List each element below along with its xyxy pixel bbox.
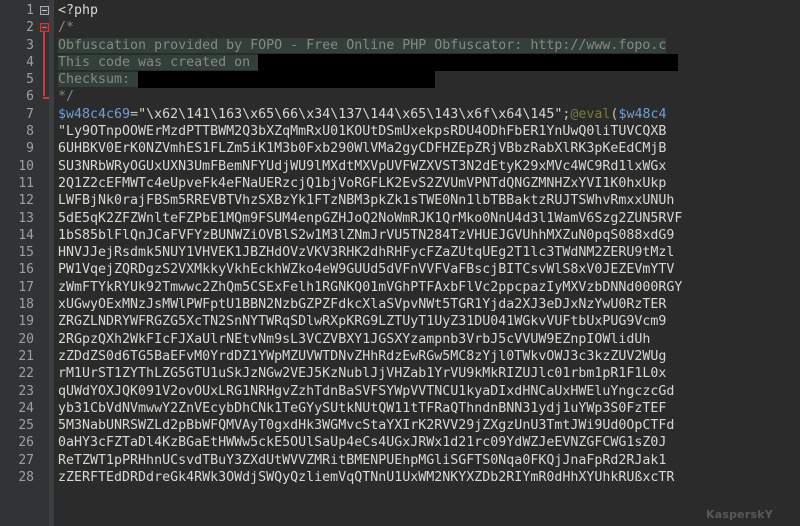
code-token-punct: = bbox=[130, 106, 139, 122]
code-token-comment: This code was created on bbox=[58, 54, 259, 70]
code-line[interactable]: zWmFTYkRYUk92Tmwwc2ZhQm5CSExFelh1RGNKQ01… bbox=[54, 279, 800, 296]
code-token-string: 5dE5qK2ZFZWnlteFZPbE1MQm9FSUM4enpGZHJoQ2… bbox=[58, 210, 683, 226]
code-token-comment: Obfuscation provided by FOPO - Free Onli… bbox=[58, 37, 667, 53]
code-line[interactable]: SU3NRbWRyOGUxUXN3UmFBemNFYUdjWU9lMXdtMXV… bbox=[54, 158, 800, 175]
code-token-string: 5M3NabUNRSWZLd2pBbWFQMVAyT0gxdHk3WGMvcSt… bbox=[58, 418, 675, 434]
line-number: 12 bbox=[18, 193, 34, 209]
code-token-plain: <?php bbox=[58, 3, 99, 18]
line-number: 4 bbox=[26, 54, 34, 70]
line-number: 16 bbox=[18, 262, 34, 278]
code-token-string: rM1UrST1ZYThLZG5GTU1uSkJzNGw2VEJ5KzNublJ… bbox=[58, 366, 667, 382]
code-line[interactable]: LWFBjNk0rajFBSm5RREVBTVhzSXBzYk1FTzNBM3p… bbox=[54, 192, 800, 209]
code-line[interactable]: rM1UrST1ZYThLZG5GTU1uSkJzNGw2VEJ5KzNublJ… bbox=[54, 365, 800, 382]
code-line[interactable]: */ bbox=[54, 88, 800, 105]
line-number: 13 bbox=[18, 210, 34, 226]
code-content-area[interactable]: <?php /* Obfuscation provided by FOPO - Fr… bbox=[54, 0, 800, 526]
fold-minus-glyph bbox=[42, 27, 47, 29]
line-number: 3 bbox=[26, 37, 34, 53]
code-line[interactable]: zZDdZS0d6TG5BaEFvM0YrdDZ1YWpMZUVWTDNvZHh… bbox=[54, 348, 800, 365]
code-line[interactable]: 5dE5qK2ZFZWnlteFZPbE1MQm9FSUM4enpGZHJoQ2… bbox=[54, 210, 800, 227]
line-number: 15 bbox=[18, 245, 34, 261]
code-token-var: $w48c4c69 bbox=[58, 106, 131, 122]
code-token-string: HNVJJejRsdmk5NUY1VHVEK1JBZHdOVzVKV3RHK2d… bbox=[58, 245, 675, 261]
line-number-column: 1 2 3 4 5 6 7 8 9 10 11 12 13 14 15 16 17 18 19 20 21 22 23 24 2… bbox=[0, 0, 40, 486]
redaction-bar bbox=[138, 71, 436, 89]
code-token-comment: */ bbox=[58, 89, 75, 105]
code-token-string: 1bS85blFlQnJCaFVFYzBUNWZiOVBlS2w1M3lZNmJ… bbox=[58, 227, 675, 243]
code-line[interactable]: 1bS85blFlQnJCaFVFYzBUNWZiOVBlS2w1M3lZNmJ… bbox=[54, 227, 800, 244]
code-token-string: PW1VqejZQRDgzS2VXMkkyVkhEckhWZko4eW9GUUd… bbox=[58, 262, 675, 278]
code-line[interactable]: PW1VqejZQRDgzS2VXMkkyVkhEckhWZko4eW9GUUd… bbox=[54, 261, 800, 278]
code-line[interactable]: qUWdYOXJQK091V2ovOUxLRG1NRHgvZzhTdnBaSVF… bbox=[54, 383, 800, 400]
code-token-string: ReTZWT1pPRHhnUCsvdTBuY3ZXdUtWVVZMRitBMEN… bbox=[58, 452, 667, 468]
code-line[interactable]: 2RGpzQXh2WkFIcFJXaUlrNEtvNm9sL3VCZVBXY1J… bbox=[54, 331, 800, 348]
code-line[interactable]: "Ly9OTnpOOWErMzdPTTBWM2Q3bXZqMmRxU01KOUt… bbox=[54, 123, 800, 140]
line-number: 22 bbox=[18, 366, 34, 382]
line-number: 1 bbox=[26, 3, 34, 18]
code-line[interactable]: /* bbox=[54, 19, 800, 36]
line-number: 28 bbox=[18, 470, 34, 486]
fold-toggle-icon[interactable] bbox=[40, 6, 49, 15]
code-token-string: yb31CbVdNVmwwY2ZnVEcybDhCNk1TeGYySUtkNUt… bbox=[58, 400, 667, 416]
line-number: 20 bbox=[18, 331, 34, 347]
code-editor[interactable]: 1 2 3 4 5 6 7 8 9 10 11 12 13 14 15 16 17 18 19 20 21 22 23 24 2… bbox=[0, 0, 800, 526]
line-number: 23 bbox=[18, 383, 34, 399]
code-token-string: SU3NRbWRyOGUxUXN3UmFBemNFYUdjWU9lMXdtMXV… bbox=[58, 158, 667, 174]
code-token-string: qUWdYOXJQK091V2ovOUxLRG1NRHgvZzhTdnBaSVF… bbox=[58, 383, 675, 399]
code-token-comment: Checksum: bbox=[58, 72, 139, 88]
code-line[interactable]: HNVJJejRsdmk5NUY1VHVEK1JBZHdOVzVKV3RHK2d… bbox=[54, 244, 800, 261]
code-line[interactable]: 6UHBKV0ErK0NZVmhES1FLZm5iK1M3b0Fxb290WlV… bbox=[54, 140, 800, 157]
line-number: 17 bbox=[18, 279, 34, 295]
line-number: 26 bbox=[18, 435, 34, 451]
code-line[interactable]: Obfuscation provided by FOPO - Free Onli… bbox=[54, 37, 800, 54]
code-token-string: "Ly9OTnpOOWErMzdPTTBWM2Q3bXZqMmRxU01KOUt… bbox=[58, 124, 667, 140]
line-number: 10 bbox=[18, 158, 34, 174]
fold-minus-glyph bbox=[42, 10, 47, 11]
line-number: 5 bbox=[26, 72, 34, 88]
line-number: 11 bbox=[18, 175, 34, 191]
code-line[interactable]: 2Q1Z2cEFMWTc4eUpveFk4eFNaUERzcjQ1bjVoRGF… bbox=[54, 175, 800, 192]
code-line[interactable]: xUGwyOExMNzJsMWlPWFptU1BBN2NzbGZPZFdkcXl… bbox=[54, 296, 800, 313]
code-line[interactable]: 0aHY3cFZTaDl4KzBGaEtHWWw5ckE5OUlSaUp4eCs… bbox=[54, 434, 800, 451]
code-token-string: zZDdZS0d6TG5BaEFvM0YrdDZ1YWpMZUVWTDNvZHh… bbox=[58, 348, 667, 364]
redaction-bar bbox=[258, 53, 679, 72]
code-line[interactable]: Checksum: bbox=[54, 71, 800, 89]
code-token-string: "\x62\141\163\x65\66\x34\137\144\x65\143… bbox=[138, 106, 563, 122]
code-token-string: 6UHBKV0ErK0NZVmhES1FLZm5iK1M3b0Fxb290WlV… bbox=[58, 141, 667, 157]
code-token-string: xUGwyOExMNzJsMWlPWFptU1BBN2NzbGZPZFdkcXl… bbox=[58, 297, 667, 313]
code-line[interactable]: 5M3NabUNRSWZLd2pBbWFQMVAyT0gxdHk3WGMvcSt… bbox=[54, 417, 800, 434]
code-line[interactable]: $w48c4c69="\x62\141\163\x65\66\x34\137\1… bbox=[54, 106, 800, 123]
line-number: 9 bbox=[26, 141, 34, 157]
code-line[interactable]: ZRGZLNDRYWFRGZG5XcTN2SnNYTWRqSDlwRXpKRG9… bbox=[54, 313, 800, 330]
line-number: 27 bbox=[18, 452, 34, 468]
code-token-string: 2RGpzQXh2WkFIcFJXaUlrNEtvNm9sL3VCZVBXY1J… bbox=[58, 331, 651, 347]
editor-gutter[interactable]: 1 2 3 4 5 6 7 8 9 10 11 12 13 14 15 16 17 18 19 20 21 22 23 24 2… bbox=[0, 0, 54, 526]
line-number: 8 bbox=[26, 124, 34, 140]
line-number: 21 bbox=[18, 348, 34, 364]
code-token-string: zWmFTYkRYUk92Tmwwc2ZhQm5CSExFelh1RGNKQ01… bbox=[58, 279, 683, 295]
code-line[interactable]: yb31CbVdNVmwwY2ZnVEcybDhCNk1TeGYySUtkNUt… bbox=[54, 400, 800, 417]
code-token-var: $w48c4 bbox=[618, 106, 667, 122]
line-number: 14 bbox=[18, 227, 34, 243]
line-number: 2 bbox=[26, 20, 34, 36]
code-line[interactable]: This code was created on bbox=[54, 53, 800, 72]
fold-toggle-icon[interactable] bbox=[40, 23, 49, 33]
code-token-string: 2Q1Z2cEFMWTc4eUpveFk4eFNaUERzcjQ1bjVoRGF… bbox=[58, 175, 667, 191]
code-token-func: @eval bbox=[570, 106, 611, 122]
code-token-string: zZERFTEdDRDdreGk4RWk3OWdjSWQyQzliemVqQTN… bbox=[58, 470, 675, 486]
code-line[interactable]: zZERFTEdDRDdreGk4RWk3OWdjSWQyQzliemVqQTN… bbox=[54, 469, 800, 486]
line-number: 7 bbox=[26, 106, 34, 122]
line-number: 6 bbox=[26, 89, 34, 105]
line-number: 19 bbox=[18, 314, 34, 330]
code-token-string: 0aHY3cFZTaDl4KzBGaEtHWWw5ckE5OUlSaUp4eCs… bbox=[58, 435, 667, 451]
line-number: 25 bbox=[18, 418, 34, 434]
code-line[interactable]: ReTZWT1pPRHhnUCsvdTBuY3ZXdUtWVVZMRitBMEN… bbox=[54, 452, 800, 469]
line-number: 18 bbox=[18, 297, 34, 313]
code-token-comment: /* bbox=[58, 20, 75, 36]
code-token-string: LWFBjNk0rajFBSm5RREVBTVhzSXBzYk1FTzNBM3p… bbox=[58, 193, 675, 209]
code-line[interactable]: <?php bbox=[54, 2, 800, 19]
fold-region-line bbox=[43, 32, 45, 97]
code-token-string: ZRGZLNDRYWFRGZG5XcTN2SnNYTWRqSDlwRXpKRG9… bbox=[58, 314, 667, 330]
line-number: 24 bbox=[18, 400, 34, 416]
